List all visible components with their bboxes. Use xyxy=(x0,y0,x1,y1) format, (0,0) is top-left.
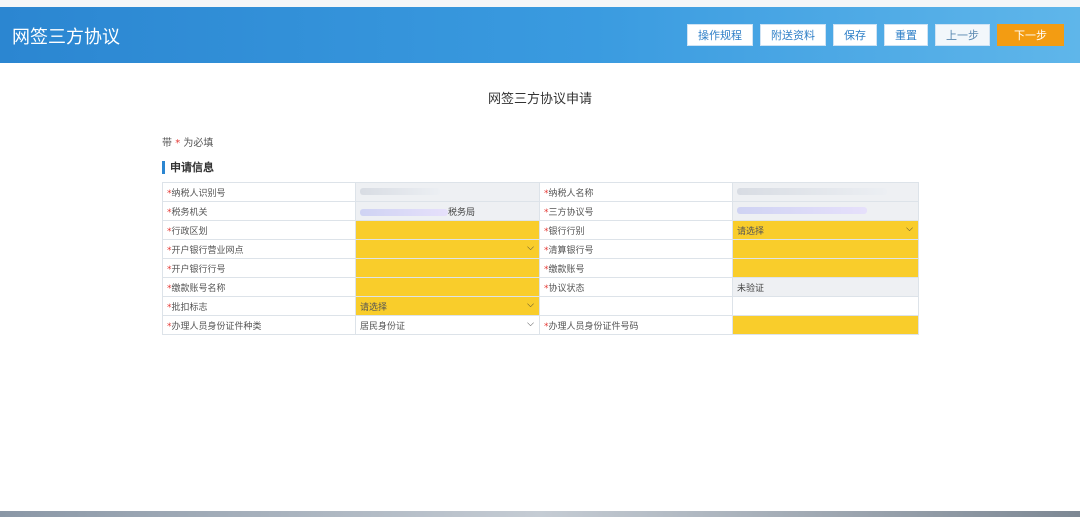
chevron-down-icon: ⌵ xyxy=(527,300,534,310)
top-strip xyxy=(0,0,1080,7)
chevron-down-icon: ⌵ xyxy=(906,224,913,234)
bank-number-input[interactable] xyxy=(355,258,540,278)
bank-branch-select[interactable]: ⌵ xyxy=(355,239,540,259)
payment-account-name-input[interactable] xyxy=(355,277,540,297)
field-label: *办理人员身份证件号码 xyxy=(539,315,733,335)
field-label: *办理人员身份证件种类 xyxy=(162,315,356,335)
application-form: *纳税人识别号 *纳税人名称 *税务机关 税务局 *三方协议号 *行政区划 *银… xyxy=(162,182,919,335)
agreement-number-field[interactable] xyxy=(732,201,919,221)
form-row: *行政区划 *银行行别 请选择 ⌵ xyxy=(162,220,919,240)
field-label: *开户银行营业网点 xyxy=(162,239,356,259)
field-label: *缴款账号 xyxy=(539,258,733,278)
admin-division-input[interactable] xyxy=(355,220,540,240)
chevron-down-icon: ⌵ xyxy=(527,319,534,329)
field-label: *协议状态 xyxy=(539,277,733,297)
form-row: *批扣标志 请选择 ⌵ xyxy=(162,296,919,316)
attach-materials-button[interactable]: 附送资料 xyxy=(760,24,826,46)
required-note: 带 * 为必填 xyxy=(162,134,213,149)
field-label: *税务机关 xyxy=(162,201,356,221)
previous-step-button[interactable]: 上一步 xyxy=(935,24,990,46)
field-label: *缴款账号名称 xyxy=(162,277,356,297)
bank-type-select[interactable]: 请选择 ⌵ xyxy=(732,220,919,240)
app-title: 网签三方协议 xyxy=(12,27,120,48)
empty-cell xyxy=(539,296,733,316)
save-button[interactable]: 保存 xyxy=(833,24,877,46)
tax-authority-field[interactable]: 税务局 xyxy=(355,201,540,221)
id-number-input[interactable] xyxy=(732,315,919,335)
id-type-select[interactable]: 居民身份证 ⌵ xyxy=(355,315,540,335)
operation-guide-button[interactable]: 操作规程 xyxy=(687,24,753,46)
field-label: *纳税人识别号 xyxy=(162,182,356,202)
required-note-prefix: 带 xyxy=(162,138,172,149)
next-step-button[interactable]: 下一步 xyxy=(997,24,1064,46)
taxpayer-id-field[interactable] xyxy=(355,182,540,202)
field-label: *批扣标志 xyxy=(162,296,356,316)
form-row: *税务机关 税务局 *三方协议号 xyxy=(162,201,919,221)
form-row: *纳税人识别号 *纳税人名称 xyxy=(162,182,919,202)
required-note-suffix: 为必填 xyxy=(183,138,214,149)
clearing-bank-number-input[interactable] xyxy=(732,239,919,259)
empty-cell xyxy=(732,296,919,316)
payment-account-input[interactable] xyxy=(732,258,919,278)
field-label: *开户银行行号 xyxy=(162,258,356,278)
batch-deduction-select[interactable]: 请选择 ⌵ xyxy=(355,296,540,316)
bottom-bar xyxy=(0,511,1080,517)
field-label: *三方协议号 xyxy=(539,201,733,221)
form-row: *开户银行行号 *缴款账号 xyxy=(162,258,919,278)
field-label: *清算银行号 xyxy=(539,239,733,259)
taxpayer-name-field[interactable] xyxy=(732,182,919,202)
chevron-down-icon: ⌵ xyxy=(527,243,534,253)
form-row: *开户银行营业网点 ⌵ *清算银行号 xyxy=(162,239,919,259)
page-title: 网签三方协议申请 xyxy=(487,92,592,107)
section-title: 申请信息 xyxy=(162,161,214,174)
agreement-status-value: 未验证 xyxy=(732,277,919,297)
reset-button[interactable]: 重置 xyxy=(884,24,928,46)
required-star: * xyxy=(175,138,181,149)
field-label: *行政区划 xyxy=(162,220,356,240)
form-row: *缴款账号名称 *协议状态 未验证 xyxy=(162,277,919,297)
form-row: *办理人员身份证件种类 居民身份证 ⌵ *办理人员身份证件号码 xyxy=(162,315,919,335)
field-label: *银行行别 xyxy=(539,220,733,240)
app-header: 网签三方协议 操作规程 附送资料 保存 重置 上一步 下一步 xyxy=(0,7,1080,63)
toolbar: 操作规程 附送资料 保存 重置 上一步 下一步 xyxy=(687,24,1064,46)
field-label: *纳税人名称 xyxy=(539,182,733,202)
